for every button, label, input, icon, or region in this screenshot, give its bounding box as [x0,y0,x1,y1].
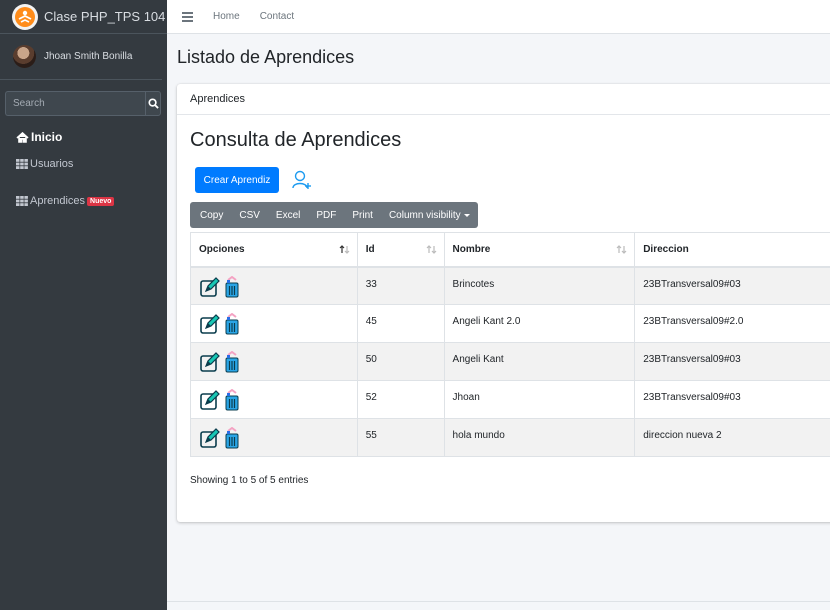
table-body: 33 Brincotes 23BTransversal09#03 45 Angeli K… [190,266,830,457]
aprendices-card: Aprendices Consulta de Aprendices Crear … [177,84,830,522]
caret-down-icon [463,213,470,217]
nav-link-home[interactable]: Home [213,11,240,22]
sidebar-item-inicio[interactable]: Inicio [16,130,62,144]
user-panel[interactable]: Jhoan Smith Bonilla [0,34,162,80]
table-row: 52 Jhoan 23BTransversal09#03 [190,380,830,419]
sidebar-search [5,91,161,116]
table-info: Showing 1 to 5 of 5 entries [190,475,309,486]
nombre-cell: Angeli Kant [443,342,636,381]
copy-button[interactable]: Copy [190,202,231,228]
id-cell: 52 [356,380,445,419]
column-header-opciones[interactable]: Opciones [190,232,358,268]
csv-button[interactable]: CSV [231,202,268,228]
edit-icon[interactable] [199,389,221,414]
brand-link[interactable]: Clase PHP_TPS 104 [0,0,167,34]
top-navbar: Home Contact [167,0,830,34]
delete-icon[interactable] [223,275,241,301]
sidebar-item-usuarios[interactable]: Usuarios [16,158,73,170]
nombre-cell: Brincotes [443,266,636,305]
search-input[interactable] [5,91,145,116]
footer-divider [167,601,830,602]
nav-link-contact[interactable]: Contact [260,11,294,22]
home-icon [16,131,29,143]
search-button[interactable] [145,91,161,116]
id-cell: 50 [356,342,445,381]
delete-icon[interactable] [223,388,241,414]
options-cell [190,266,358,305]
nombre-cell: Jhoan [443,380,636,419]
edit-icon[interactable] [199,313,221,338]
brand-title: Clase PHP_TPS 104 [44,9,166,24]
table-row: 50 Angeli Kant 23BTransversal09#03 [190,342,830,381]
edit-icon[interactable] [199,276,221,301]
delete-icon[interactable] [223,350,241,376]
grid-icon [16,159,28,169]
column-header-label: Id [365,243,375,255]
nombre-cell: Angeli Kant 2.0 [443,304,636,343]
sidebar-item-label: Usuarios [30,158,74,170]
table-row: 45 Angeli Kant 2.0 23BTransversal09#2.0 [190,304,830,343]
column-header-id[interactable]: Id [356,232,445,268]
menu-toggle-icon[interactable] [182,11,193,22]
aprendices-table: Opciones Id Nombre Direccion 33 Brincotes… [190,232,830,457]
pdf-button[interactable]: PDF [308,202,344,228]
direccion-cell: 23BTransversal09#03 [634,380,830,419]
options-cell [190,380,358,419]
options-cell [190,342,358,381]
direccion-cell: 23BTransversal09#2.0 [634,304,830,343]
new-badge: Nuevo [87,196,115,206]
excel-button[interactable]: Excel [268,202,308,228]
table-row: 33 Brincotes 23BTransversal09#03 [190,266,830,305]
add-user-icon[interactable] [291,169,313,196]
edit-icon[interactable] [199,351,221,376]
column-header-direccion[interactable]: Direccion [634,232,830,268]
column-header-nombre[interactable]: Nombre [443,232,636,268]
options-cell [190,304,358,343]
direccion-cell: 23BTransversal09#03 [634,266,830,305]
print-button[interactable]: Print [344,202,381,228]
logo-icon [12,3,38,30]
table-row: 55 hola mundo direccion nueva 2 [190,418,830,457]
section-title: Consulta de Aprendices [190,129,402,151]
search-icon [147,98,159,109]
column-visibility-label: Column visibility [388,209,461,221]
id-cell: 45 [356,304,445,343]
sidebar-item-label: Inicio [31,130,63,144]
delete-icon[interactable] [223,426,241,452]
grid-icon [16,196,28,206]
sort-asc-icon [339,245,350,254]
sidebar-item-label: Aprendices [30,195,86,207]
column-visibility-button[interactable]: Column visibility [381,202,478,228]
id-cell: 55 [356,418,445,457]
sidebar-item-aprendices[interactable]: Aprendices Nuevo [16,195,115,207]
options-cell [190,418,358,457]
user-name[interactable]: Jhoan Smith Bonilla [44,51,132,62]
direccion-cell: 23BTransversal09#03 [634,342,830,381]
avatar [13,45,36,68]
create-aprendiz-button[interactable]: Crear Aprendiz [195,167,279,193]
edit-icon[interactable] [199,427,221,452]
direccion-cell: direccion nueva 2 [634,418,830,457]
column-header-label: Nombre [452,243,491,255]
id-cell: 33 [356,266,445,305]
sort-icon [426,245,436,254]
sort-icon [616,245,627,254]
sidebar: Clase PHP_TPS 104 Jhoan Smith Bonilla In… [0,0,167,610]
page-title: Listado de Aprendices [177,47,355,67]
nombre-cell: hola mundo [443,418,636,457]
column-header-label: Opciones [199,243,245,255]
delete-icon[interactable] [223,312,241,338]
card-header: Aprendices [177,84,830,115]
export-buttons: Copy CSV Excel PDF Print Column visibili… [190,202,478,228]
column-header-label: Direccion [643,243,689,255]
